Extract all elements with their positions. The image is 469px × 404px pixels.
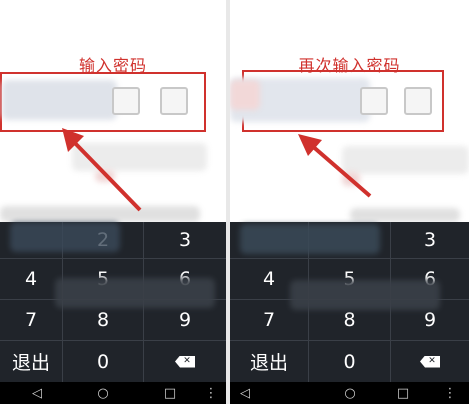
numeric-keyboard: 3 4 5 6 7 8 9 退出 0 ✕ <box>230 222 469 382</box>
nav-more-icon[interactable]: ⋮ <box>435 382 465 404</box>
exit-key[interactable]: 退出 <box>0 341 62 382</box>
left-phone-screen: 输入密码 2 3 4 5 6 7 8 9 退出 0 ✕ ◁ ○ □ ⋮ <box>0 0 226 404</box>
nav-back-icon[interactable]: ◁ <box>230 382 260 404</box>
nav-more-icon[interactable]: ⋮ <box>196 382 226 404</box>
numeric-keyboard: 2 3 4 5 6 7 8 9 退出 0 ✕ <box>0 222 226 382</box>
blurred-key-area <box>240 224 380 254</box>
nav-home-icon[interactable]: ○ <box>88 382 118 404</box>
key-4[interactable]: 4 <box>0 259 62 299</box>
right-phone-screen: 再次输入密码 3 4 5 6 7 8 9 退出 0 ✕ ◁ ○ □ ⋮ <box>230 0 469 404</box>
android-nav-bar: ◁ ○ □ ⋮ <box>0 382 226 404</box>
key-3[interactable]: 3 <box>391 222 469 258</box>
blurred-key-area <box>10 222 120 252</box>
android-nav-bar: ◁ ○ □ ⋮ <box>230 382 469 404</box>
key-0[interactable]: 0 <box>309 341 390 382</box>
exit-key[interactable]: 退出 <box>230 341 308 382</box>
nav-back-icon[interactable]: ◁ <box>22 382 52 404</box>
nav-recent-icon[interactable]: □ <box>388 382 418 404</box>
annotation-arrow-icon <box>298 134 372 198</box>
backspace-key[interactable]: ✕ <box>144 341 226 382</box>
key-7[interactable]: 7 <box>0 300 62 340</box>
nav-home-icon[interactable]: ○ <box>335 382 365 404</box>
key-3[interactable]: 3 <box>144 222 226 258</box>
backspace-icon: ✕ <box>420 355 440 368</box>
nav-recent-icon[interactable]: □ <box>155 382 185 404</box>
key-0[interactable]: 0 <box>63 341 143 382</box>
annotation-arrow-icon <box>62 128 142 212</box>
blurred-key-area <box>55 278 215 308</box>
backspace-key[interactable]: ✕ <box>391 341 469 382</box>
backspace-icon: ✕ <box>175 355 195 368</box>
blurred-key-area <box>290 280 440 310</box>
